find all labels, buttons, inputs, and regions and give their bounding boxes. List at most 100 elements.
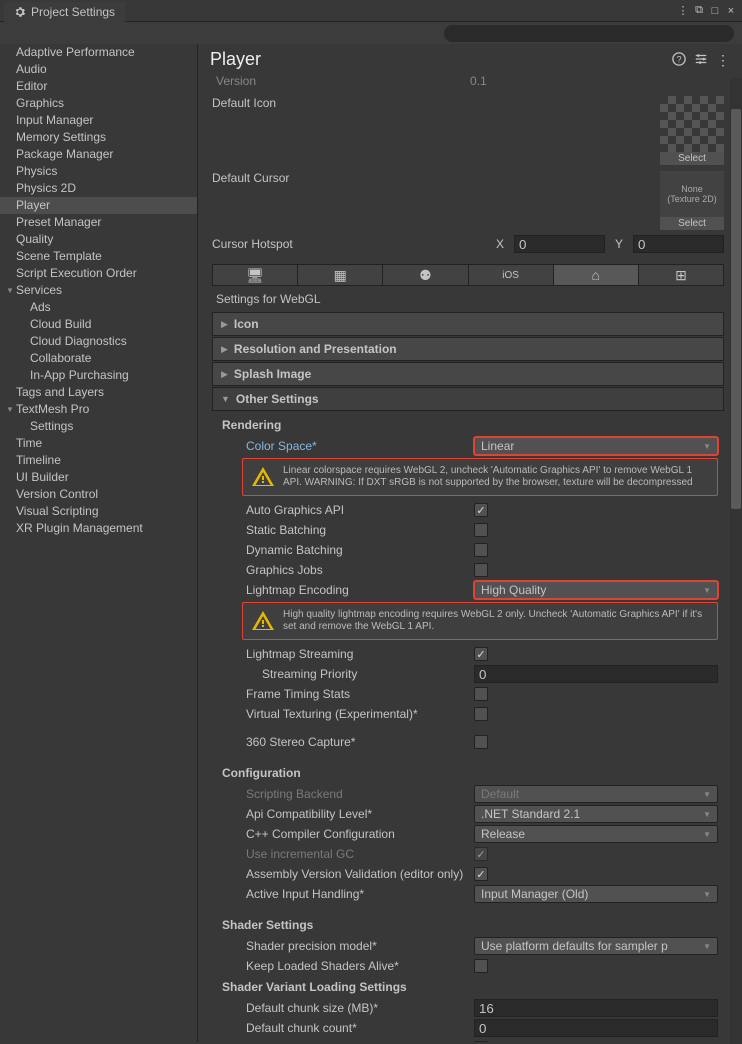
default-cursor-label: Default Cursor xyxy=(212,171,492,185)
sidebar-item-script-execution-order[interactable]: Script Execution Order xyxy=(0,265,197,282)
sidebar-item-quality[interactable]: Quality xyxy=(0,231,197,248)
dynamic-batching-checkbox[interactable] xyxy=(474,543,488,557)
sidebar-item-cloud-diagnostics[interactable]: Cloud Diagnostics xyxy=(0,333,197,350)
more-icon[interactable]: ⋮ xyxy=(716,52,730,66)
virtual-texturing-checkbox[interactable] xyxy=(474,707,488,721)
sidebar-item-version-control[interactable]: Version Control xyxy=(0,486,197,503)
sidebar-item-services[interactable]: ▼Services xyxy=(0,282,197,299)
sidebar-item-memory-settings[interactable]: Memory Settings xyxy=(0,129,197,146)
chevron-down-icon: ▼ xyxy=(703,586,711,595)
auto-graphics-label: Auto Graphics API xyxy=(218,503,474,517)
titlebar: Project Settings ⋮ ⧉ □ × xyxy=(0,0,742,22)
sidebar-item-package-manager[interactable]: Package Manager xyxy=(0,146,197,163)
sidebar-item-physics-2d[interactable]: Physics 2D xyxy=(0,180,197,197)
sidebar-item-scene-template[interactable]: Scene Template xyxy=(0,248,197,265)
sidebar-item-cloud-build[interactable]: Cloud Build xyxy=(0,316,197,333)
chevron-down-icon: ▼ xyxy=(6,402,16,417)
svg-text:?: ? xyxy=(677,55,682,65)
sidebar-item-graphics[interactable]: Graphics xyxy=(0,95,197,112)
graphics-jobs-label: Graphics Jobs xyxy=(218,563,474,577)
sidebar-item-ui-builder[interactable]: UI Builder xyxy=(0,469,197,486)
sidebar-item-player[interactable]: Player xyxy=(0,197,197,214)
chunk-count-input[interactable] xyxy=(474,1019,718,1037)
default-cursor-thumb[interactable]: None (Texture 2D) xyxy=(660,171,724,217)
search-input[interactable] xyxy=(444,25,734,42)
assembly-validation-checkbox[interactable] xyxy=(474,867,488,881)
server-icon: ▦ xyxy=(334,267,347,284)
sidebar-item-audio[interactable]: Audio xyxy=(0,61,197,78)
lightmap-streaming-checkbox[interactable] xyxy=(474,647,488,661)
android-icon: ⚉ xyxy=(419,267,432,284)
tab-server[interactable]: ▦ xyxy=(298,265,383,285)
detach-icon[interactable]: ⧉ xyxy=(692,4,706,18)
incremental-gc-checkbox xyxy=(474,847,488,861)
warning-icon xyxy=(251,465,275,489)
shader-precision-dropdown[interactable]: Use platform defaults for sampler p▼ xyxy=(474,937,718,955)
frame-timing-checkbox[interactable] xyxy=(474,687,488,701)
incremental-gc-label: Use incremental GC xyxy=(218,847,474,861)
cpp-config-dropdown[interactable]: Release▼ xyxy=(474,825,718,843)
help-icon[interactable]: ? xyxy=(672,52,686,66)
tab-android[interactable]: ⚉ xyxy=(383,265,468,285)
chevron-right-icon: ▶ xyxy=(221,369,228,380)
lightmap-encoding-dropdown[interactable]: High Quality▼ xyxy=(474,581,718,599)
lightmap-warning: High quality lightmap encoding requires … xyxy=(242,602,718,640)
y-label: Y xyxy=(615,237,623,251)
shader-precision-label: Shader precision model* xyxy=(218,939,474,953)
gear-icon xyxy=(14,6,26,18)
sidebar-item-adaptive-performance[interactable]: Adaptive Performance xyxy=(0,44,197,61)
foldout-icon[interactable]: ▶Icon xyxy=(212,312,724,336)
maximize-icon[interactable]: □ xyxy=(708,4,722,18)
default-icon-thumb[interactable] xyxy=(660,96,724,152)
sidebar-item-ads[interactable]: Ads xyxy=(0,299,197,316)
sidebar-item-tags-and-layers[interactable]: Tags and Layers xyxy=(0,384,197,401)
foldout-splash[interactable]: ▶Splash Image xyxy=(212,362,724,386)
keep-loaded-label: Keep Loaded Shaders Alive* xyxy=(218,959,474,973)
foldout-resolution[interactable]: ▶Resolution and Presentation xyxy=(212,337,724,361)
api-compat-dropdown[interactable]: .NET Standard 2.1▼ xyxy=(474,805,718,823)
tab-project-settings[interactable]: Project Settings xyxy=(4,0,125,22)
platform-tabs: 🖥 ▦ ⚉ iOS ⌂ ⊞ xyxy=(212,264,724,286)
hotspot-x-input[interactable] xyxy=(514,235,605,253)
chunk-size-input[interactable] xyxy=(474,999,718,1017)
sidebar-item-collaborate[interactable]: Collaborate xyxy=(0,350,197,367)
sidebar-item-preset-manager[interactable]: Preset Manager xyxy=(0,214,197,231)
cpp-config-label: C++ Compiler Configuration xyxy=(218,827,474,841)
default-icon-select[interactable]: Select xyxy=(660,152,724,165)
hotspot-y-input[interactable] xyxy=(633,235,724,253)
close-icon[interactable]: × xyxy=(724,4,738,18)
sidebar-item-xr-plugin-management[interactable]: XR Plugin Management xyxy=(0,520,197,537)
scrollbar[interactable] xyxy=(730,78,742,1044)
sidebar-item-physics[interactable]: Physics xyxy=(0,163,197,180)
sidebar-item-in-app-purchasing[interactable]: In-App Purchasing xyxy=(0,367,197,384)
sliders-icon[interactable] xyxy=(694,52,708,66)
tab-standalone[interactable]: 🖥 xyxy=(213,265,298,285)
foldout-other[interactable]: ▼Other Settings xyxy=(212,387,724,411)
sidebar: Adaptive PerformanceAudioEditorGraphicsI… xyxy=(0,44,198,1042)
tab-windows[interactable]: ⊞ xyxy=(639,265,723,285)
sidebar-item-time[interactable]: Time xyxy=(0,435,197,452)
color-space-dropdown[interactable]: Linear▼ xyxy=(474,437,718,455)
input-handling-dropdown[interactable]: Input Manager (Old)▼ xyxy=(474,885,718,903)
chevron-down-icon: ▼ xyxy=(703,890,711,899)
graphics-jobs-checkbox[interactable] xyxy=(474,563,488,577)
sidebar-item-settings[interactable]: Settings xyxy=(0,418,197,435)
tab-ios[interactable]: iOS xyxy=(469,265,554,285)
sidebar-item-textmesh-pro[interactable]: ▼TextMesh Pro xyxy=(0,401,197,418)
sidebar-item-input-manager[interactable]: Input Manager xyxy=(0,112,197,129)
stereo-360-checkbox[interactable] xyxy=(474,735,488,749)
tab-webgl[interactable]: ⌂ xyxy=(554,265,639,285)
input-handling-label: Active Input Handling* xyxy=(218,887,474,901)
color-space-warning: Linear colorspace requires WebGL 2, unch… xyxy=(242,458,718,496)
default-cursor-select[interactable]: Select xyxy=(660,217,724,230)
keep-loaded-checkbox[interactable] xyxy=(474,959,488,973)
sidebar-item-timeline[interactable]: Timeline xyxy=(0,452,197,469)
sidebar-item-editor[interactable]: Editor xyxy=(0,78,197,95)
sidebar-item-visual-scripting[interactable]: Visual Scripting xyxy=(0,503,197,520)
searchbar: 🔍 xyxy=(0,22,742,44)
scrollbar-thumb[interactable] xyxy=(731,109,741,509)
auto-graphics-checkbox[interactable] xyxy=(474,503,488,517)
streaming-priority-input[interactable] xyxy=(474,665,718,683)
menu-icon[interactable]: ⋮ xyxy=(676,4,690,18)
static-batching-checkbox[interactable] xyxy=(474,523,488,537)
